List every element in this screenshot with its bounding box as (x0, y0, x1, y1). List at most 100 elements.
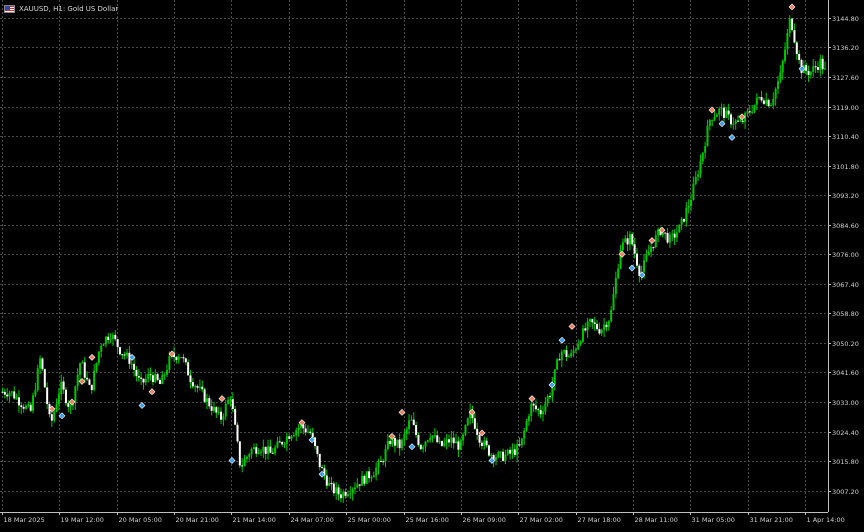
sell-marker (528, 395, 536, 403)
bull-candle (499, 451, 502, 453)
bear-candle (83, 362, 86, 378)
bull-candle (788, 18, 791, 34)
bull-candle (15, 397, 18, 399)
bear-candle (17, 397, 20, 406)
bull-candle (544, 403, 547, 412)
bull-candle (699, 161, 702, 175)
bull-candle (650, 246, 653, 253)
bear-candle (316, 446, 319, 454)
candlestick-chart[interactable]: 3144.80 3136.20 3127.60 3119.00 3110.40 3101.… (0, 0, 864, 528)
bull-candle (725, 110, 728, 118)
bear-candle (304, 428, 307, 433)
bull-candle (711, 120, 714, 122)
bear-candle (339, 494, 342, 499)
x-tick-label: 27 Mar 18:00 (578, 516, 621, 524)
buy-marker (138, 402, 146, 409)
bull-candle (678, 224, 681, 233)
bear-candle (325, 475, 328, 486)
sell-marker (68, 398, 76, 406)
bull-candle (628, 234, 631, 245)
bull-candle (377, 461, 380, 468)
bull-candle (779, 72, 782, 82)
bull-candle (462, 434, 465, 441)
bear-candle (264, 446, 267, 454)
bear-candle (558, 359, 561, 361)
bear-candle (593, 322, 596, 324)
bull-candle (483, 440, 486, 446)
bear-candle (793, 30, 796, 43)
bull-candle (586, 321, 589, 331)
bull-candle (516, 444, 519, 456)
bull-candle (365, 471, 368, 484)
bull-candle (553, 369, 556, 385)
y-tick-label: 3033.00 (832, 399, 859, 407)
x-tick-label: 19 Mar 12:00 (61, 516, 104, 524)
x-tick-label: 25 Mar 00:00 (348, 516, 391, 524)
bull-candle (177, 357, 180, 360)
bull-candle (751, 111, 754, 113)
bear-candle (182, 357, 185, 359)
bull-candle (506, 449, 509, 455)
bear-candle (485, 440, 488, 446)
bull-candle (243, 459, 246, 467)
bull-candle (614, 277, 617, 294)
bull-candle (426, 440, 429, 442)
y-tick-label: 3101.80 (832, 163, 859, 171)
bear-candle (137, 376, 140, 378)
bull-candle (680, 218, 683, 225)
bear-candle (478, 434, 481, 443)
bull-candle (645, 255, 648, 261)
bull-candle (777, 81, 779, 89)
bull-candle (93, 370, 96, 391)
y-tick-label: 3058.80 (832, 310, 859, 318)
trade-markers (48, 3, 806, 478)
bull-candle (572, 350, 575, 353)
bear-candle (43, 369, 46, 388)
bear-candle (807, 70, 810, 75)
bull-candle (577, 344, 580, 350)
bull-candle (130, 363, 133, 365)
bull-candle (194, 386, 197, 388)
bull-candle (401, 439, 403, 449)
bull-candle (375, 467, 378, 476)
bear-candle (220, 411, 223, 420)
x-tick-label: 20 Mar 21:00 (176, 516, 219, 524)
bull-candle (692, 183, 695, 200)
bear-candle (767, 99, 770, 107)
bear-candle (393, 438, 396, 446)
y-tick-label: 3110.40 (832, 133, 859, 141)
bull-candle (824, 68, 826, 70)
x-tick-label: 21 Mar 14:00 (233, 516, 276, 524)
bear-candle (121, 354, 124, 356)
bull-candle (408, 420, 411, 429)
symbol-label: XAUUSD, H1: Gold US Dollar (19, 5, 119, 13)
bull-candle (405, 428, 408, 434)
bull-candle (701, 152, 704, 162)
bear-candle (730, 114, 732, 125)
bull-candle (497, 452, 500, 458)
bear-candle (344, 491, 347, 496)
bull-candle (525, 420, 528, 431)
sell-marker (218, 395, 226, 403)
bear-candle (135, 369, 138, 377)
bull-candle (621, 242, 624, 251)
y-tick-label: 3015.80 (832, 458, 859, 466)
bear-candle (636, 253, 638, 266)
bull-candle (224, 403, 227, 417)
bull-candle (697, 174, 700, 177)
bull-candle (422, 446, 425, 450)
symbol-header: XAUUSD, H1: Gold US Dollar (4, 2, 118, 16)
y-tick-label: 3076.00 (832, 251, 859, 259)
bull-candle (718, 108, 721, 115)
axes: 3144.80 3136.20 3127.60 3119.00 3110.40 3101.… (0, 0, 859, 524)
bear-candle (208, 398, 211, 407)
bull-candle (734, 120, 737, 124)
bull-candle (490, 454, 493, 456)
y-tick-label: 3119.00 (832, 104, 859, 112)
bull-candle (198, 386, 201, 388)
bear-candle (337, 487, 340, 495)
bear-candle (158, 379, 161, 384)
bear-candle (532, 403, 535, 406)
chart-area[interactable]: 3144.80 3136.20 3127.60 3119.00 3110.40 3101.… (0, 0, 864, 528)
bull-candle (227, 399, 230, 404)
